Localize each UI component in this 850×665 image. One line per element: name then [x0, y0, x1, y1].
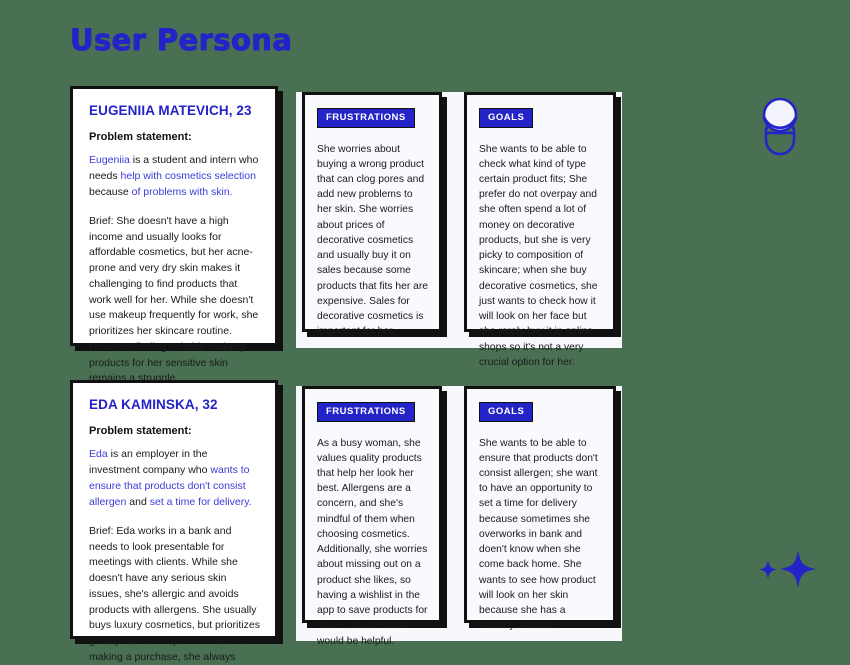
problem-statement-text-1: Eugeniia is a student and intern who nee…	[89, 154, 259, 198]
frustrations-body-1: She worries about buying a wrong product…	[317, 143, 429, 338]
problem-statement-text-2: Eda is an employer in the investment com…	[89, 448, 252, 508]
frustrations-card-2: FRUSTRATIONS As a busy woman, she values…	[302, 386, 442, 647]
persona-name-2: EDA KAMINSKA, 32	[89, 397, 218, 412]
capsule-circle-shape-icon	[756, 96, 804, 163]
frustrations-card-2-content: FRUSTRATIONS As a busy woman, she values…	[305, 389, 439, 647]
frustrations-card-1-content: FRUSTRATIONS She worries about buying a …	[305, 95, 439, 337]
persona-card-2-content: EDA KAMINSKA, 32 Problem statement: Eda …	[73, 383, 275, 663]
frustrations-badge-1: FRUSTRATIONS	[317, 108, 415, 128]
goals-card-1-content: GOALS She wants to be able to check what…	[467, 95, 613, 368]
frustrations-body-2: As a busy woman, she values quality prod…	[317, 437, 428, 647]
goals-badge-1: GOALS	[479, 108, 534, 128]
page-title: User Persona	[70, 23, 293, 58]
goals-card-1: GOALS She wants to be able to check what…	[464, 92, 616, 368]
persona-name-1: EUGENIIA MATEVICH, 23	[89, 103, 252, 118]
persona-card-1: EUGENIIA MATEVICH, 23 Problem statement:…	[70, 86, 278, 384]
goals-card-2-content: GOALS She wants to be able to ensure tha…	[467, 389, 613, 631]
persona-card-2: EDA KAMINSKA, 32 Problem statement: Eda …	[70, 380, 278, 663]
frustrations-badge-2: FRUSTRATIONS	[317, 402, 415, 422]
persona-brief-1: Brief: She doesn't have a high income an…	[89, 214, 259, 385]
problem-statement-label-1: Problem statement:	[89, 131, 192, 143]
goals-body-1: She wants to be able to check what kind …	[479, 143, 598, 368]
goals-card-2: GOALS She wants to be able to ensure tha…	[464, 386, 616, 631]
persona-card-1-content: EUGENIIA MATEVICH, 23 Problem statement:…	[73, 89, 275, 384]
goals-badge-2: GOALS	[479, 402, 534, 422]
problem-statement-label-2: Problem statement:	[89, 425, 192, 437]
goals-body-2: She wants to be able to ensure that prod…	[479, 437, 598, 632]
persona-brief-2: Brief: Eda works in a bank and needs to …	[89, 524, 260, 663]
frustrations-card-1: FRUSTRATIONS She worries about buying a …	[302, 92, 442, 337]
sparkle-shape-icon	[752, 548, 822, 601]
